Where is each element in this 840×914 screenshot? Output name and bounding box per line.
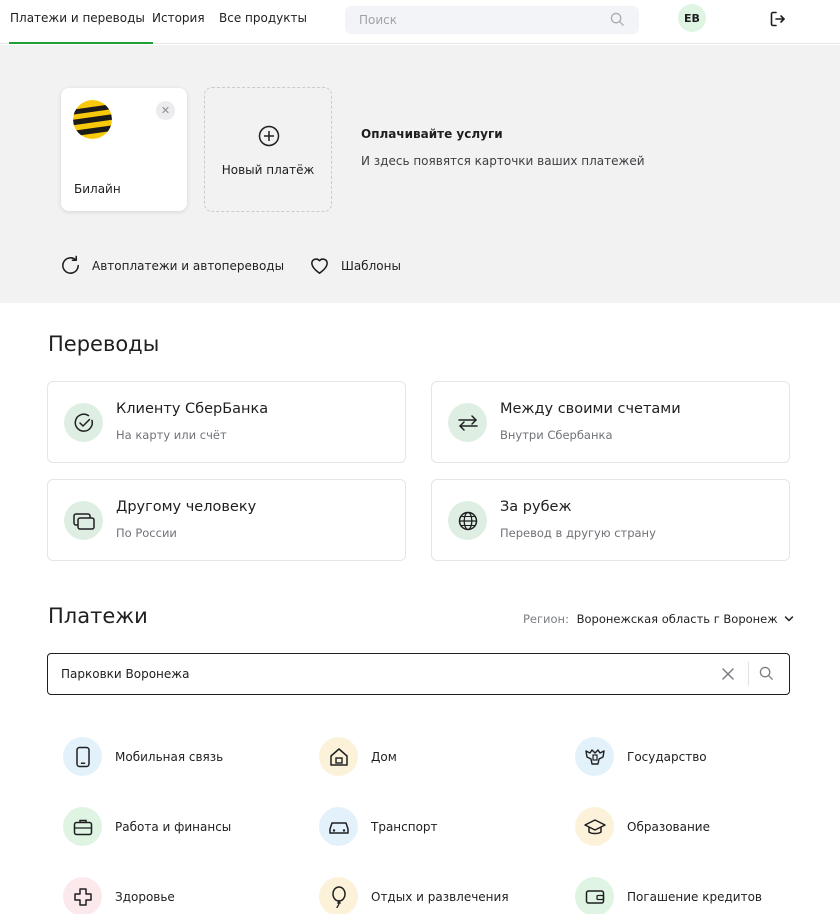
payment-search[interactable]	[47, 653, 790, 695]
plus-circle-icon	[258, 125, 280, 151]
sber-check-icon	[64, 403, 103, 442]
templates-link[interactable]: Шаблоны	[308, 254, 401, 277]
transfer-title: За рубеж	[500, 499, 572, 515]
category-label: Транспорт	[371, 819, 438, 834]
tab-all-products[interactable]: Все продукты	[219, 11, 307, 25]
category-label: Дом	[371, 749, 397, 764]
search-divider	[748, 662, 749, 686]
cards-icon	[64, 501, 103, 540]
transfer-sber-client[interactable]: Клиенту СберБанка На карту или счёт	[47, 381, 406, 463]
search-icon[interactable]	[759, 666, 774, 685]
promo-subtitle: И здесь появятся карточки ваших платежей	[361, 154, 645, 168]
transfer-title: Другому человеку	[116, 499, 257, 515]
category-work-finance[interactable]: Работа и финансы	[63, 807, 231, 846]
new-payment-label: Новый платёж	[221, 163, 315, 177]
payment-search-input[interactable]	[61, 654, 701, 694]
home-icon	[319, 737, 358, 776]
wallet-icon	[575, 877, 614, 914]
balloon-icon	[319, 877, 358, 914]
promo-title: Оплачивайте услуги	[361, 127, 503, 141]
transfer-subtitle: Перевод в другую страну	[500, 526, 656, 540]
region-label: Регион:	[523, 612, 569, 626]
close-icon[interactable]: ✕	[156, 101, 175, 120]
transfer-subtitle: Внутри Сбербанка	[500, 428, 613, 442]
new-payment-button[interactable]: Новый платёж	[204, 87, 332, 212]
search-input[interactable]	[359, 6, 599, 34]
beeline-logo-icon	[73, 100, 112, 139]
briefcase-icon	[63, 807, 102, 846]
autopayments-label: Автоплатежи и автопереводы	[92, 258, 285, 273]
category-government[interactable]: Государство	[575, 737, 707, 776]
transfer-other-person[interactable]: Другому человеку По России	[47, 479, 406, 561]
clear-icon[interactable]	[721, 666, 735, 685]
category-home[interactable]: Дом	[319, 737, 397, 776]
phone-icon	[63, 737, 102, 776]
car-icon	[319, 807, 358, 846]
category-label: Образование	[627, 819, 710, 834]
category-label: Погашение кредитов	[627, 889, 762, 904]
category-label: Мобильная связь	[115, 749, 224, 764]
transfer-subtitle: По России	[116, 526, 177, 540]
chevron-down-icon	[785, 616, 794, 622]
government-emblem-icon	[575, 737, 614, 776]
transfer-title: Между своими счетами	[500, 401, 681, 417]
top-navigation: Платежи и переводы История Все продукты …	[0, 0, 840, 44]
global-search[interactable]	[345, 6, 639, 34]
transfer-subtitle: На карту или счёт	[116, 428, 227, 442]
tab-payments-transfers[interactable]: Платежи и переводы	[9, 11, 153, 44]
transfer-own-accounts[interactable]: Между своими счетами Внутри Сбербанка	[431, 381, 790, 463]
avatar[interactable]: ЕВ	[678, 4, 706, 32]
payments-title: Платежи	[48, 604, 148, 628]
category-leisure[interactable]: Отдых и развлечения	[319, 877, 509, 914]
globe-icon	[448, 501, 487, 540]
transfer-abroad[interactable]: За рубеж Перевод в другую страну	[431, 479, 790, 561]
arrows-swap-icon	[448, 403, 487, 442]
category-education[interactable]: Образование	[575, 807, 710, 846]
search-icon[interactable]	[610, 12, 625, 31]
category-health[interactable]: Здоровье	[63, 877, 175, 914]
transfers-title: Переводы	[48, 332, 160, 356]
saved-payment-card[interactable]: ✕ Билайн	[61, 88, 187, 211]
medical-cross-icon	[63, 877, 102, 914]
transfer-title: Клиенту СберБанка	[116, 401, 269, 417]
category-label: Здоровье	[115, 889, 175, 904]
category-transport[interactable]: Транспорт	[319, 807, 438, 846]
templates-label: Шаблоны	[341, 258, 401, 273]
saved-payment-name: Билайн	[74, 182, 121, 196]
category-loan-repayment[interactable]: Погашение кредитов	[575, 877, 762, 914]
logout-icon[interactable]	[769, 10, 787, 32]
region-value: Воронежская область г Воронеж	[576, 612, 778, 626]
heart-icon	[311, 258, 328, 274]
category-label: Отдых и развлечения	[371, 889, 509, 904]
tab-history[interactable]: История	[152, 11, 205, 25]
graduation-cap-icon	[575, 807, 614, 846]
refresh-icon	[62, 255, 79, 274]
region-selector[interactable]: Регион: Воронежская область г Воронеж	[523, 612, 794, 626]
category-mobile[interactable]: Мобильная связь	[63, 737, 223, 776]
category-label: Государство	[627, 749, 707, 764]
category-label: Работа и финансы	[115, 819, 232, 834]
autopayments-link[interactable]: Автоплатежи и автопереводы	[59, 254, 284, 277]
